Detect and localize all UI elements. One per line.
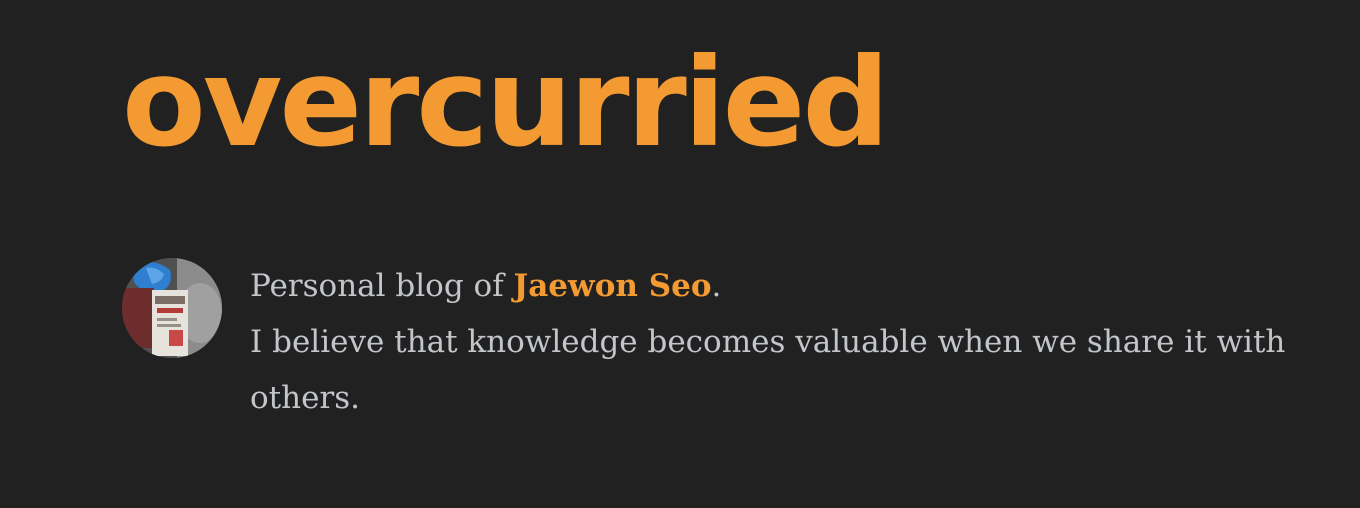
bio-intro-line: Personal blog of Jaewon Seo. bbox=[250, 258, 1290, 314]
bio-intro-suffix: . bbox=[711, 268, 722, 304]
author-bio: Personal blog of Jaewon Seo. I believe t… bbox=[122, 258, 1302, 438]
avatar-photo-icon bbox=[122, 258, 222, 358]
bio-intro-prefix: Personal blog of bbox=[250, 268, 514, 304]
author-name-link[interactable]: Jaewon Seo bbox=[514, 268, 712, 304]
page: overcurried Personal blog of Jaewon Seo.… bbox=[0, 0, 1360, 508]
site-title-link[interactable]: overcurried bbox=[122, 28, 890, 178]
author-avatar bbox=[122, 258, 222, 358]
bio-text: Personal blog of Jaewon Seo. I believe t… bbox=[250, 258, 1290, 426]
bio-tagline: I believe that knowledge becomes valuabl… bbox=[250, 324, 1286, 416]
